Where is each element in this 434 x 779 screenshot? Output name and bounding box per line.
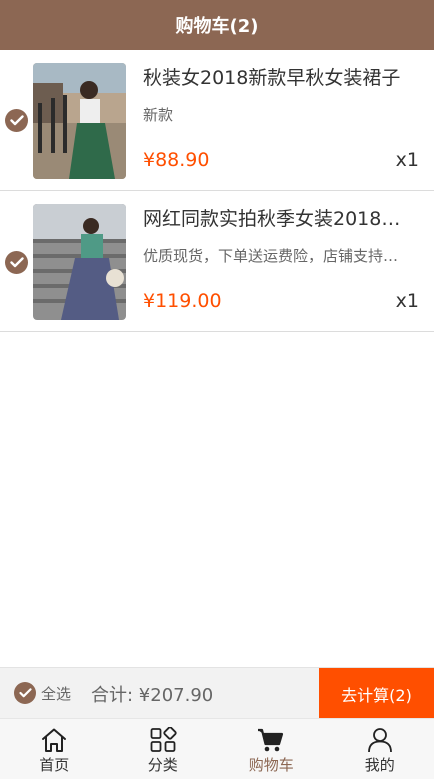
item-price: ¥88.90 <box>143 149 210 171</box>
home-icon <box>40 727 68 753</box>
checkout-bar: 全选 合计: ¥207.90 去计算(2) <box>0 667 434 719</box>
item-quantity: x1 <box>395 290 419 312</box>
select-all-toggle[interactable]: 全选 <box>14 682 71 704</box>
total-amount: 合计: ¥207.90 <box>91 685 214 706</box>
cart-item[interactable]: 秋装女2018新款早秋女装裙子 新款 ¥88.90 x1 <box>0 50 434 191</box>
checkout-button[interactable]: 去计算(2) <box>319 668 434 719</box>
cart-item[interactable]: 网红同款实拍秋季女装2018新款 优质现货，下单送运费险，店铺支持七天无理由退换… <box>0 191 434 332</box>
page-header: 购物车(2) <box>0 0 434 50</box>
user-icon <box>366 727 394 753</box>
product-image[interactable] <box>33 63 126 179</box>
cart-list: 秋装女2018新款早秋女装裙子 新款 ¥88.90 x1 网红同款实拍秋季女装2… <box>0 50 434 332</box>
tab-label-profile: 我的 <box>364 756 395 774</box>
select-all-label[interactable]: 全选 <box>41 683 71 704</box>
item-desc: 优质现货，下单送运费险，店铺支持七天无理由退换 <box>143 247 405 265</box>
category-icon <box>149 727 177 753</box>
tab-label-cart: 购物车 <box>248 756 294 774</box>
item-check-icon[interactable] <box>5 251 28 274</box>
tab-cart[interactable]: 购物车 <box>217 719 326 779</box>
select-all-check-icon[interactable] <box>14 682 36 704</box>
cart-icon <box>257 727 285 753</box>
tab-profile[interactable]: 我的 <box>326 719 434 779</box>
item-desc: 新款 <box>143 106 174 124</box>
page-title: 购物车(2) <box>175 16 259 37</box>
tab-label-home: 首页 <box>39 756 70 774</box>
item-title[interactable]: 秋装女2018新款早秋女装裙子 <box>143 63 415 90</box>
tab-label-category: 分类 <box>147 756 178 774</box>
tab-bar: 首页 分类 购物车 我的 <box>0 718 434 779</box>
item-price: ¥119.00 <box>143 290 222 312</box>
tab-home[interactable]: 首页 <box>0 719 109 779</box>
product-image[interactable] <box>33 204 126 320</box>
item-check-icon[interactable] <box>5 109 28 132</box>
item-title[interactable]: 网红同款实拍秋季女装2018新款 <box>143 204 415 231</box>
item-quantity: x1 <box>395 149 419 171</box>
tab-category[interactable]: 分类 <box>109 719 218 779</box>
